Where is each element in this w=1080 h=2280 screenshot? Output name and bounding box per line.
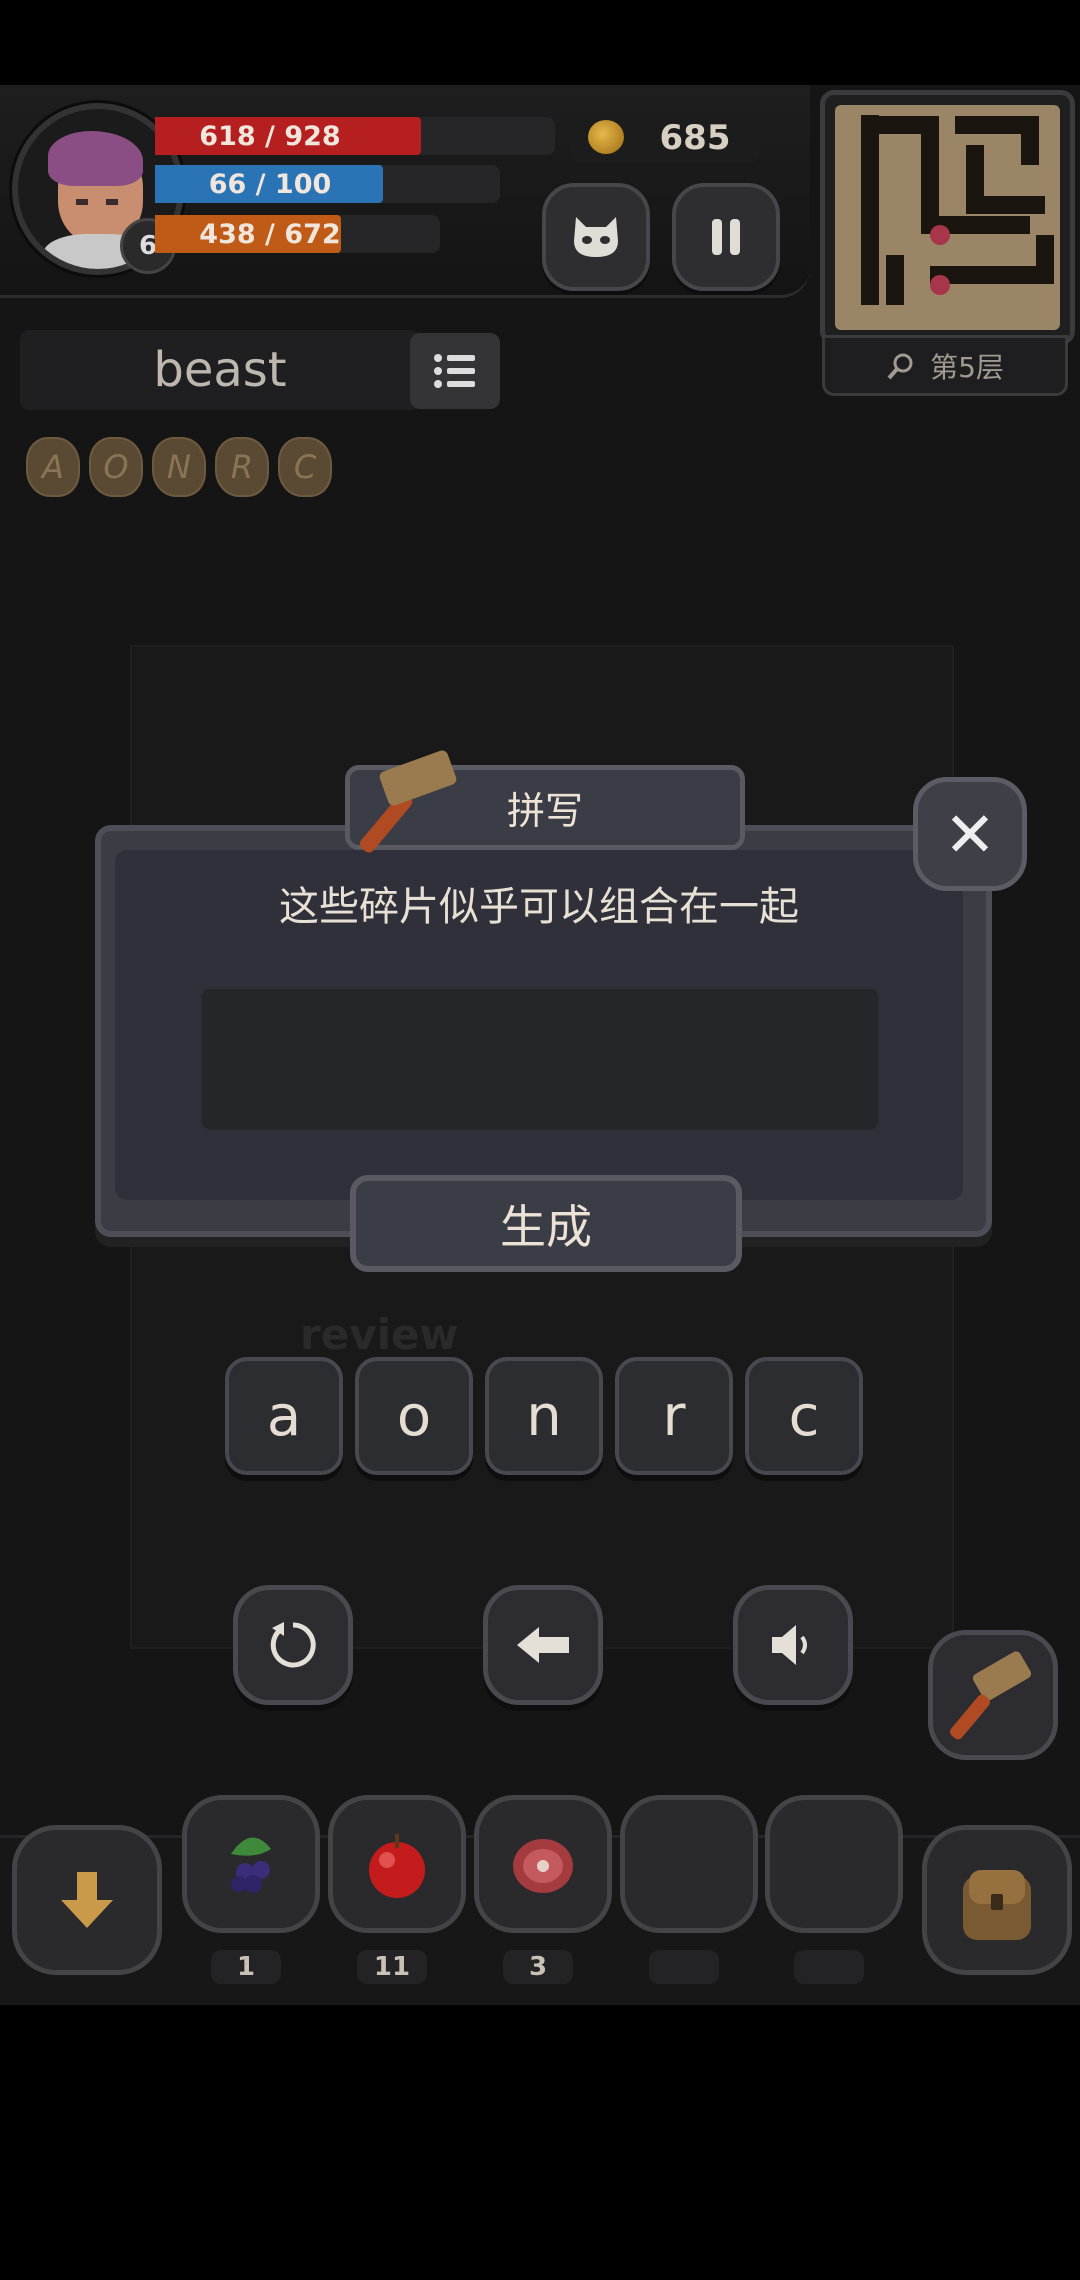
letter-key-o[interactable]: o bbox=[355, 1357, 473, 1475]
spelling-input[interactable] bbox=[200, 987, 880, 1131]
letter-fragment: N bbox=[152, 437, 206, 497]
word-list-button[interactable] bbox=[410, 333, 500, 409]
minimap[interactable] bbox=[820, 90, 1075, 345]
hp-bar: 618 / 928 bbox=[155, 117, 555, 155]
inventory-slot-apple[interactable] bbox=[328, 1795, 466, 1933]
hp-text: 618 / 928 bbox=[199, 120, 341, 152]
xp-bar: 438 / 672 bbox=[155, 215, 440, 253]
monster-button[interactable] bbox=[542, 183, 650, 291]
hammer-icon bbox=[949, 1651, 1032, 1740]
backspace-button[interactable] bbox=[483, 1585, 603, 1705]
pause-button[interactable] bbox=[672, 183, 780, 291]
monster-face-icon bbox=[574, 217, 618, 257]
speaker-icon bbox=[772, 1625, 807, 1665]
descend-button[interactable] bbox=[12, 1825, 162, 1975]
magnifier-icon bbox=[887, 353, 913, 379]
generate-button[interactable]: 生成 bbox=[350, 1175, 742, 1272]
inventory-slot-empty[interactable] bbox=[620, 1795, 758, 1933]
letter-fragment: O bbox=[89, 437, 143, 497]
game-scene: 6 618 / 928 66 / 100 438 / 672 685 第5层 b… bbox=[0, 85, 1080, 2005]
backpack-button[interactable] bbox=[922, 1825, 1072, 1975]
mp-bar: 66 / 100 bbox=[155, 165, 500, 203]
item-count: 11 bbox=[357, 1950, 427, 1984]
inventory-slot-empty[interactable] bbox=[765, 1795, 903, 1933]
letter-fragment: R bbox=[215, 437, 269, 497]
apple-icon bbox=[369, 1834, 425, 1898]
letter-key-a[interactable]: a bbox=[225, 1357, 343, 1475]
backpack-icon bbox=[963, 1870, 1031, 1940]
letter-key-r[interactable]: r bbox=[615, 1357, 733, 1475]
floor-indicator[interactable]: 第5层 bbox=[822, 335, 1068, 396]
craft-button[interactable] bbox=[928, 1630, 1058, 1760]
pause-icon bbox=[712, 219, 740, 255]
item-count bbox=[649, 1950, 719, 1984]
letter-key-c[interactable]: c bbox=[745, 1357, 863, 1475]
item-count: 3 bbox=[503, 1950, 573, 1984]
xp-text: 438 / 672 bbox=[199, 218, 341, 250]
coin-icon bbox=[588, 120, 624, 154]
inventory-slot-meat[interactable] bbox=[474, 1795, 612, 1933]
back-arrow-icon bbox=[517, 1627, 569, 1663]
current-word: beast bbox=[20, 330, 420, 410]
letter-fragment: C bbox=[278, 437, 332, 497]
background-word: review bbox=[300, 1310, 459, 1359]
inventory-slot-blackberry[interactable] bbox=[182, 1795, 320, 1933]
minimap-maze bbox=[861, 115, 1054, 305]
item-count: 1 bbox=[211, 1950, 281, 1984]
arrow-down-icon bbox=[61, 1872, 113, 1928]
item-count bbox=[794, 1950, 864, 1984]
refresh-icon bbox=[270, 1622, 316, 1668]
letter-fragment: A bbox=[26, 437, 80, 497]
coin-value: 685 bbox=[659, 118, 731, 158]
dialog-prompt: 这些碎片似乎可以组合在一起 bbox=[279, 883, 799, 930]
mp-text: 66 / 100 bbox=[208, 168, 332, 200]
letter-key-n[interactable]: n bbox=[485, 1357, 603, 1475]
sound-button[interactable] bbox=[733, 1585, 853, 1705]
meat-icon bbox=[513, 1839, 573, 1893]
list-icon bbox=[434, 354, 475, 388]
reset-button[interactable] bbox=[233, 1585, 353, 1705]
floor-label: 第5层 bbox=[930, 350, 1004, 384]
blackberry-icon bbox=[231, 1837, 271, 1893]
